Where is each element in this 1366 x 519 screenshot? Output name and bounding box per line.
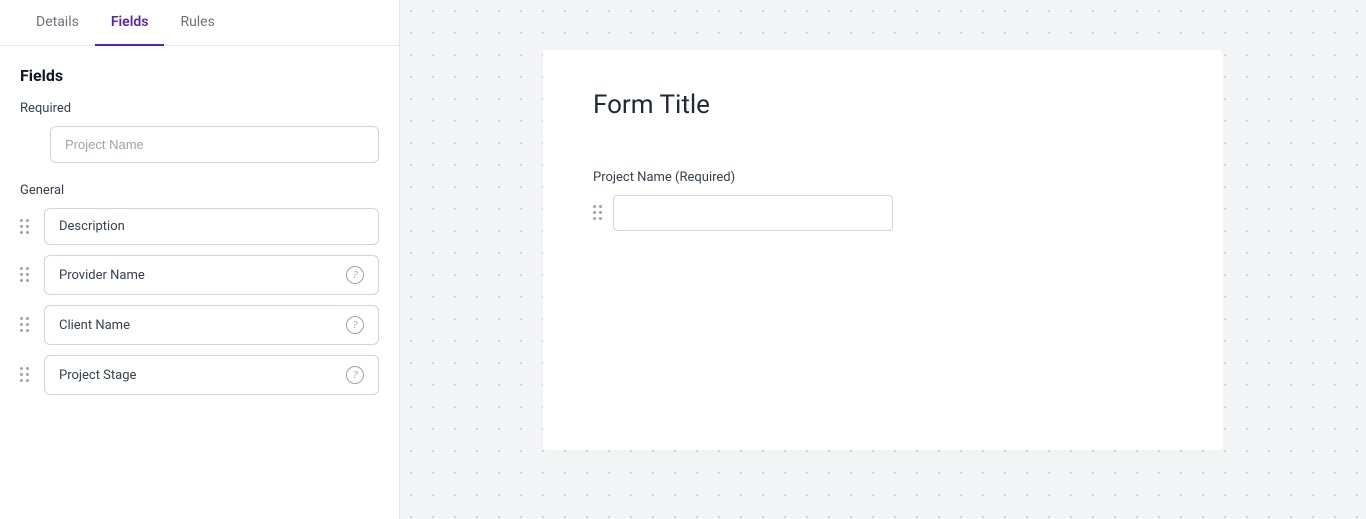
form-field-row <box>593 195 1173 231</box>
general-fields-list: Description Provider Name ? <box>20 208 379 395</box>
project-stage-field-box[interactable]: Project Stage ? <box>44 355 379 395</box>
fields-content: Fields Required General Description <box>0 46 399 519</box>
drag-handle-provider-name[interactable] <box>20 267 36 283</box>
help-icon-client[interactable]: ? <box>346 316 364 334</box>
right-panel: Form Title Project Name (Required) <box>400 0 1366 519</box>
provider-name-field-box[interactable]: Provider Name ? <box>44 255 379 295</box>
general-section-label: General <box>20 183 379 198</box>
help-icon-project-stage[interactable]: ? <box>346 366 364 384</box>
form-title: Form Title <box>593 90 1173 120</box>
client-name-field-box[interactable]: Client Name ? <box>44 305 379 345</box>
tabs-bar: Details Fields Rules <box>0 0 399 46</box>
left-panel: Details Fields Rules Fields Required Gen… <box>0 0 400 519</box>
list-item: Description <box>20 208 379 245</box>
tab-rules[interactable]: Rules <box>164 0 230 46</box>
drag-handle-client-name[interactable] <box>20 317 36 333</box>
project-stage-field-label: Project Stage <box>59 368 136 383</box>
form-canvas: Form Title Project Name (Required) <box>543 50 1223 450</box>
fields-heading: Fields <box>20 66 379 85</box>
client-name-field-label: Client Name <box>59 318 130 333</box>
list-item: Project Stage ? <box>20 355 379 395</box>
help-icon-provider[interactable]: ? <box>346 266 364 284</box>
description-field-label: Description <box>59 219 125 234</box>
drag-handle-description[interactable] <box>20 219 36 235</box>
project-name-input[interactable] <box>50 126 379 163</box>
form-field-section: Project Name (Required) <box>593 170 1173 231</box>
tab-details[interactable]: Details <box>20 0 95 46</box>
required-section-label: Required <box>20 101 379 116</box>
list-item: Client Name ? <box>20 305 379 345</box>
required-field-area <box>50 126 379 163</box>
drag-handle-project-stage[interactable] <box>20 367 36 383</box>
list-item: Provider Name ? <box>20 255 379 295</box>
form-name-input[interactable] <box>613 195 893 231</box>
form-field-label: Project Name (Required) <box>593 170 1173 185</box>
provider-name-field-label: Provider Name <box>59 268 145 283</box>
tab-fields[interactable]: Fields <box>95 0 165 46</box>
form-drag-handle[interactable] <box>593 205 603 221</box>
description-field-box[interactable]: Description <box>44 208 379 245</box>
